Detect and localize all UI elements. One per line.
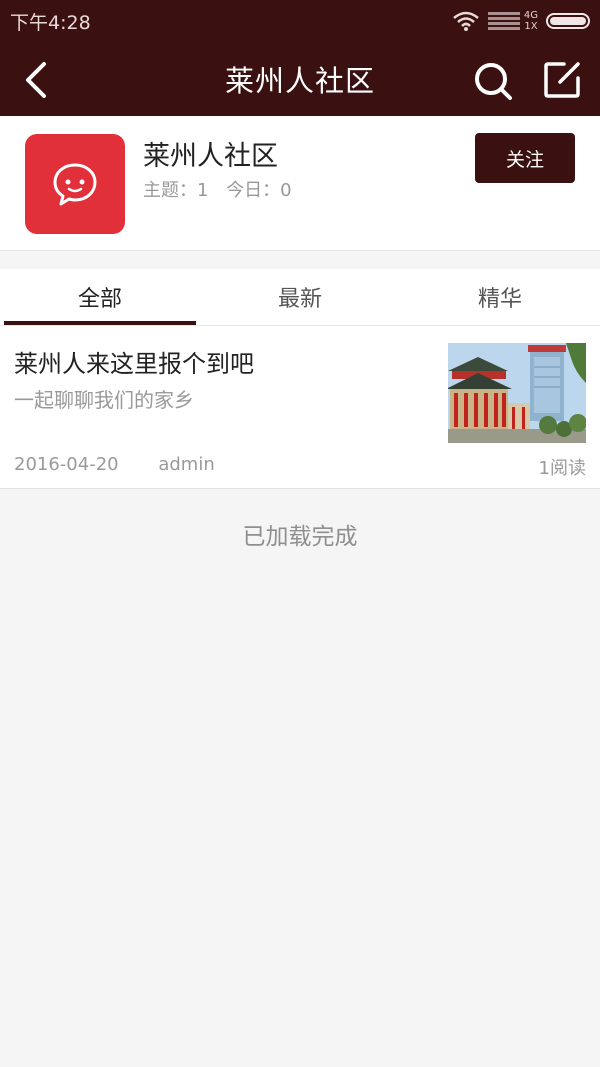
status-bar: 下午4:28 4G 1X [0, 0, 600, 42]
search-icon[interactable] [472, 60, 514, 102]
post-read-count: 1阅读 [538, 458, 586, 479]
tab-all[interactable]: 全部 [0, 269, 200, 325]
battery-icon [546, 13, 590, 29]
post-subtitle: 一起聊聊我们的家乡 [14, 388, 194, 412]
status-time: 下午4:28 [10, 11, 91, 34]
page-title: 莱州人社区 [224, 64, 375, 98]
signal-bars-icon [487, 12, 520, 30]
chat-bubble-icon [53, 163, 97, 206]
status-icons: 4G 1X [452, 10, 590, 32]
forum-info-card: 莱州人社区 主题：1 今日：0 关注 [0, 116, 600, 251]
post-meta: 2016-04-20 admin [14, 454, 249, 475]
post-date: 2016-04-20 [14, 454, 119, 475]
today-count: 今日：0 [226, 180, 292, 201]
post-title: 莱州人来这里报个到吧 [14, 350, 254, 378]
compose-icon[interactable] [540, 58, 584, 102]
tab-featured[interactable]: 精华 [400, 269, 600, 325]
forum-avatar [25, 134, 125, 234]
post-filter-tabs: 全部 最新 精华 [0, 269, 600, 326]
cellular-signal: 4G 1X [487, 10, 538, 32]
topic-count: 主题：1 [143, 180, 209, 201]
post-author: admin [158, 454, 215, 475]
tab-latest[interactable]: 最新 [200, 269, 400, 325]
post-thumbnail-image [448, 343, 586, 443]
post-item[interactable]: 莱州人来这里报个到吧 一起聊聊我们的家乡 2016-04-20 admin 1阅… [0, 326, 600, 489]
network-type: 4G 1X [523, 10, 538, 32]
load-complete-text: 已加载完成 [242, 524, 358, 550]
app-header: 莱州人社区 [0, 42, 600, 116]
back-icon[interactable] [20, 60, 56, 100]
forum-stats: 主题：1 今日：0 [143, 176, 304, 202]
follow-button[interactable]: 关注 [475, 133, 575, 183]
wifi-icon [453, 11, 479, 31]
forum-name: 莱州人社区 [143, 141, 278, 172]
